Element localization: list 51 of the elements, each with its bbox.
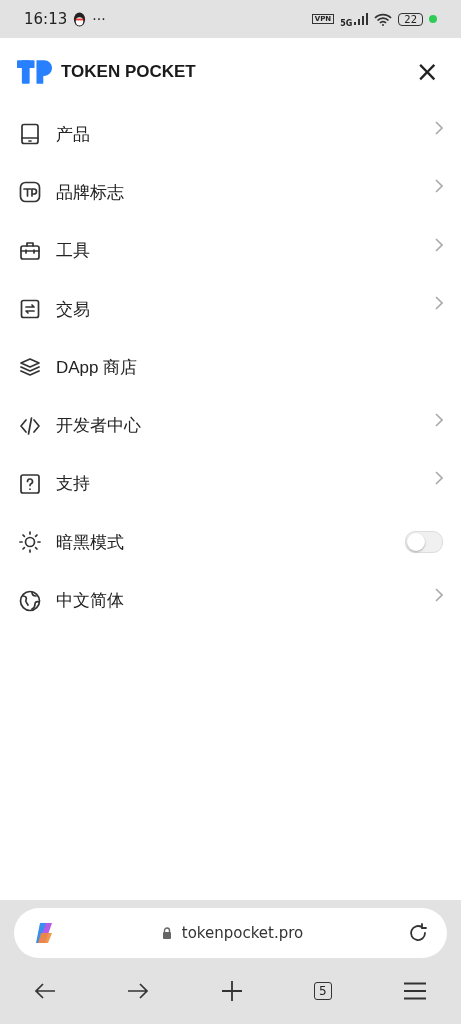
badge-icon (18, 180, 42, 205)
logo-icon (17, 59, 54, 84)
address-bar[interactable]: tokenpocket.pro (14, 908, 447, 958)
reload-icon[interactable] (407, 922, 429, 944)
chevron-icon (435, 179, 443, 194)
menu-item[interactable]: DApp 商店 (0, 338, 461, 397)
menu-label: DApp 商店 (56, 356, 139, 379)
more-notifications: ··· (92, 11, 106, 27)
menu-item[interactable]: 产品 (0, 105, 461, 164)
chevron-icon (435, 237, 443, 252)
brand-name: TOKEN POCKET (61, 61, 196, 82)
lock-icon (161, 927, 172, 939)
forward-icon[interactable] (127, 982, 150, 1000)
toggle-switch[interactable] (405, 531, 443, 554)
chevron-icon (435, 121, 443, 136)
menu-item[interactable]: 中文简体 (0, 571, 461, 630)
chevron-icon (435, 587, 443, 602)
wifi-icon (374, 12, 393, 26)
signal-icon (354, 13, 369, 25)
menu-label: 暗黑模式 (56, 531, 125, 554)
chevron-icon (435, 296, 443, 311)
menu-item[interactable]: 支持 (0, 454, 461, 514)
menu-label: 开发者中心 (56, 415, 142, 438)
menu-label: 支持 (56, 473, 91, 496)
plus-icon[interactable] (220, 980, 243, 1002)
globe-icon (18, 588, 42, 613)
close-button[interactable]: × (411, 57, 443, 86)
menu-item[interactable]: 交易 (0, 279, 461, 339)
status-dot (429, 15, 437, 23)
clock-time: 16:13 (24, 10, 68, 28)
penguin-icon (73, 11, 87, 27)
menu-label: 工具 (56, 240, 91, 263)
network-type: 5G (340, 18, 353, 28)
tab-count-button[interactable]: 5 (314, 982, 332, 1000)
menu-label: 交易 (56, 298, 91, 321)
menu-item[interactable]: 暗黑模式 (0, 513, 461, 572)
chevron-icon (435, 412, 443, 427)
menu-label: 品牌标志 (56, 181, 125, 204)
chevron-icon (435, 470, 443, 485)
question-icon (18, 471, 42, 496)
tablet-icon (18, 122, 42, 147)
menu-label: 中文简体 (56, 590, 125, 612)
url-text: tokenpocket.pro (181, 924, 304, 942)
menu-item[interactable]: 开发者中心 (0, 396, 461, 455)
back-icon[interactable] (34, 982, 56, 1000)
menu-label: 产品 (56, 123, 91, 146)
menu-item[interactable]: 工具 (0, 221, 461, 280)
battery-level: 22 (398, 12, 423, 26)
menu-item[interactable]: 品牌标志 (0, 163, 461, 222)
sun-icon (18, 530, 42, 555)
menu-icon[interactable] (402, 982, 427, 1000)
